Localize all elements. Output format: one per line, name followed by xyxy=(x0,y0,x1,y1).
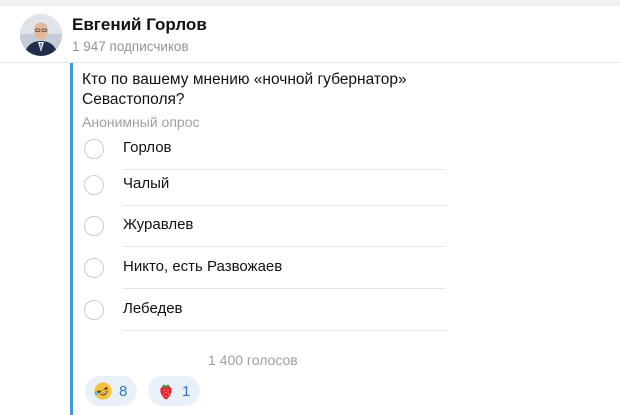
avatar[interactable] xyxy=(20,14,62,56)
poll-post: Кто по вашему мнению «ночной губернатор»… xyxy=(70,63,620,415)
radio-button[interactable] xyxy=(84,216,104,236)
rofl-face-icon xyxy=(94,382,112,400)
strawberry-icon xyxy=(160,384,172,400)
option-divider xyxy=(123,246,446,247)
radio-button[interactable] xyxy=(84,139,104,159)
reaction-strawberry[interactable]: 1 xyxy=(148,376,201,406)
poll-option-razvozhaev[interactable]: Никто, есть Развожаев xyxy=(82,249,446,289)
poll-type: Анонимный опрос xyxy=(82,114,200,130)
radio-button[interactable] xyxy=(84,175,104,195)
radio-button[interactable] xyxy=(84,258,104,278)
reaction-rofl[interactable]: 8 xyxy=(85,376,138,406)
poll-option-label: Лебедев xyxy=(123,300,183,317)
poll-option-label: Никто, есть Развожаев xyxy=(123,258,283,275)
poll-option-gorlov[interactable]: Горлов xyxy=(82,130,446,170)
reaction-count: 1 xyxy=(182,382,191,400)
poll-option-zhuravlev[interactable]: Журавлев xyxy=(82,207,446,247)
reaction-count: 8 xyxy=(119,382,128,400)
poll-option-chalyi[interactable]: Чалый xyxy=(82,166,446,206)
option-divider xyxy=(123,288,446,289)
option-divider xyxy=(123,330,446,331)
avatar-image xyxy=(20,14,62,56)
channel-header[interactable]: Евгений Горлов 1 947 подписчиков xyxy=(0,6,620,64)
vote-count: 1 400 голосов xyxy=(208,352,298,368)
radio-button[interactable] xyxy=(84,300,104,320)
poll-question: Кто по вашему мнению «ночной губернатор»… xyxy=(82,71,407,108)
channel-name[interactable]: Евгений Горлов xyxy=(72,15,207,35)
subscriber-count: 1 947 подписчиков xyxy=(72,39,189,54)
poll-option-lebedev[interactable]: Лебедев xyxy=(82,291,446,331)
option-divider xyxy=(123,205,446,206)
post-accent-bar xyxy=(70,63,73,415)
poll-option-label: Журавлев xyxy=(123,216,194,233)
poll-option-label: Чалый xyxy=(123,175,170,192)
poll-option-label: Горлов xyxy=(123,139,172,156)
